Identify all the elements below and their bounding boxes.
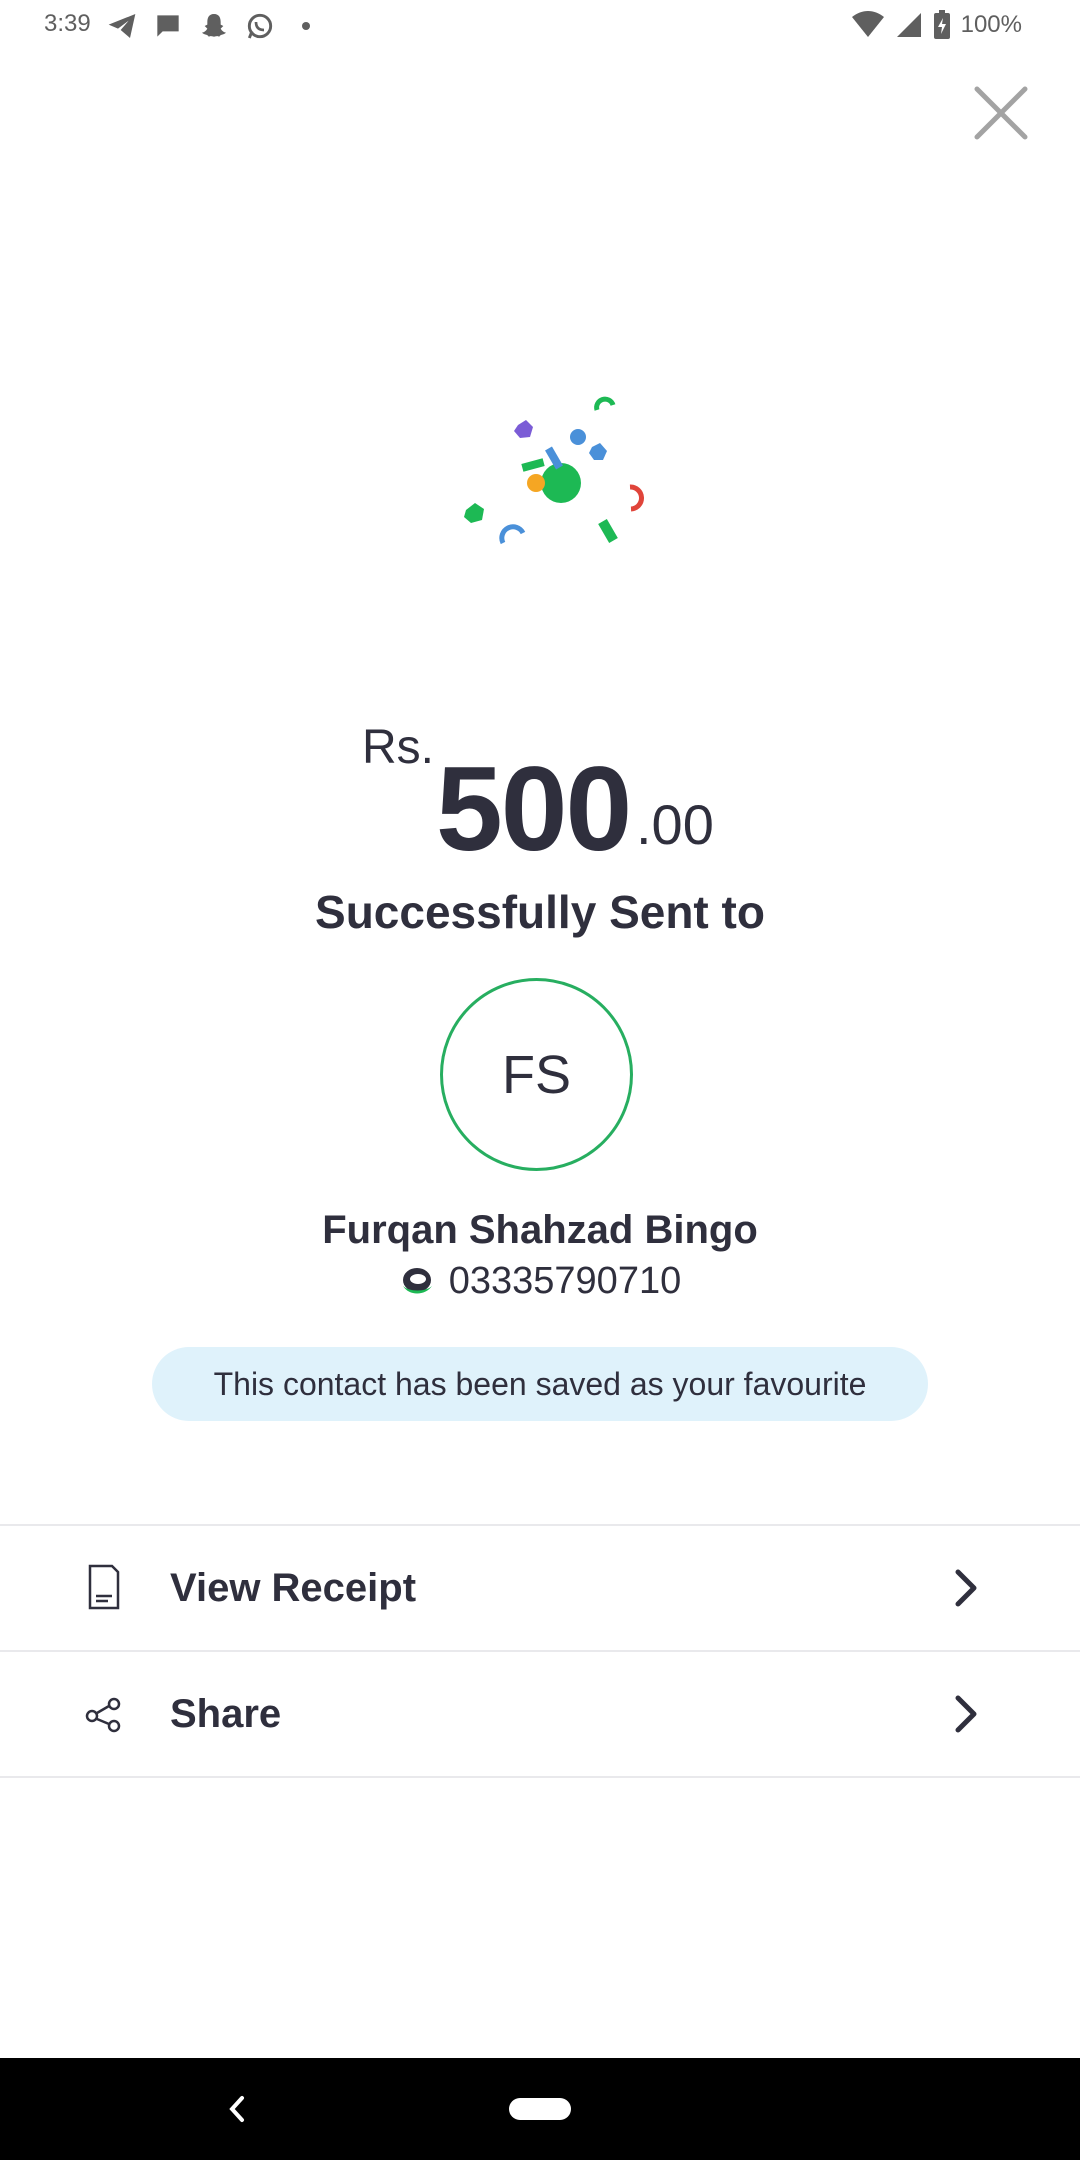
currency-label: Rs. bbox=[362, 721, 434, 774]
dot-icon bbox=[302, 22, 310, 30]
wifi-icon bbox=[851, 11, 884, 37]
notification-icons bbox=[106, 10, 322, 42]
easypaisa-logo-icon bbox=[402, 1267, 432, 1293]
signal-icon bbox=[896, 13, 921, 37]
battery-percent: 100% bbox=[960, 11, 1022, 38]
amount-decimal: .00 bbox=[636, 793, 714, 856]
success-message: Successfully Sent to bbox=[315, 886, 765, 938]
snapchat-icon bbox=[202, 14, 226, 37]
divider bbox=[0, 1776, 1080, 1778]
home-button[interactable] bbox=[509, 2098, 571, 2120]
share-button[interactable]: Share bbox=[0, 1652, 1080, 1776]
share-icon bbox=[85, 1697, 121, 1733]
close-icon[interactable] bbox=[972, 84, 1030, 142]
chevron-right-icon bbox=[955, 1569, 977, 1607]
whatsapp-icon bbox=[247, 13, 273, 39]
favourite-notice: This contact has been saved as your favo… bbox=[152, 1347, 928, 1421]
share-label: Share bbox=[170, 1691, 282, 1736]
view-receipt-button[interactable]: View Receipt bbox=[0, 1526, 1080, 1650]
view-receipt-label: View Receipt bbox=[170, 1565, 417, 1610]
back-icon[interactable] bbox=[222, 2092, 252, 2126]
recipient-phone: 03335790710 bbox=[448, 1260, 682, 1302]
recipient-phone-row: 03335790710 bbox=[0, 1260, 1080, 1303]
message-icon bbox=[157, 15, 179, 37]
favourite-notice-text: This contact has been saved as your favo… bbox=[213, 1365, 867, 1402]
system-navigation-bar bbox=[0, 2058, 1080, 2160]
battery-icon bbox=[933, 10, 950, 39]
status-bar: 3:39 100% bbox=[0, 0, 1080, 52]
avatar-initials: FS bbox=[501, 1044, 571, 1105]
receipt-icon bbox=[88, 1564, 120, 1610]
avatar: FS bbox=[440, 978, 633, 1171]
celebration-confetti-icon bbox=[464, 396, 644, 545]
status-time: 3:39 bbox=[44, 10, 91, 37]
amount-value: 500 bbox=[436, 742, 632, 876]
system-status-icons: 100% bbox=[851, 10, 1022, 40]
chevron-right-icon bbox=[955, 1695, 977, 1733]
telegram-icon bbox=[108, 14, 136, 38]
recipient-name: Furqan Shahzad Bingo bbox=[322, 1208, 758, 1252]
